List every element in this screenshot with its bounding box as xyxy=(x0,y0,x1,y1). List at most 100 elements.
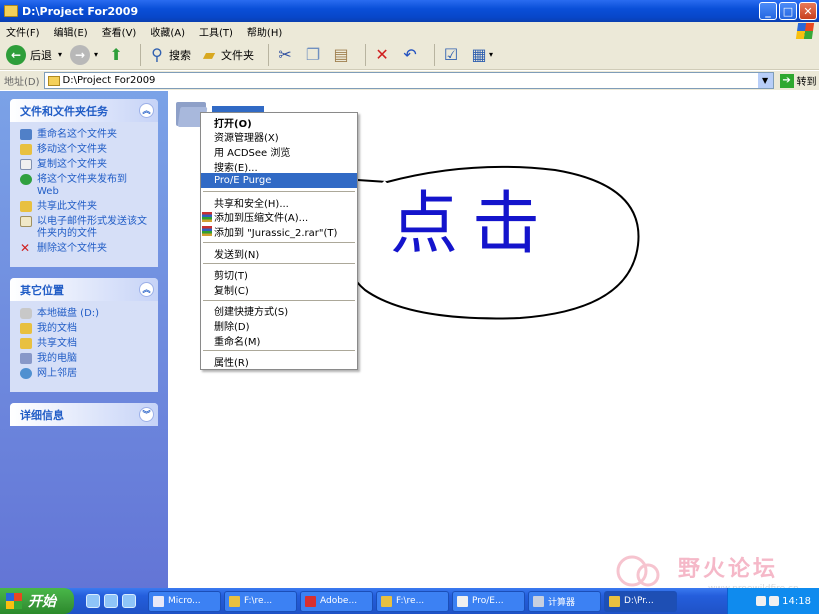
menu-item-add-archive[interactable]: 添加到压缩文件(A)... xyxy=(201,210,357,224)
task-move[interactable]: 移动这个文件夹 xyxy=(20,144,150,156)
menu-item-create-shortcut[interactable]: 创建快捷方式(S) xyxy=(201,304,357,318)
search-button[interactable]: ⚲ 搜索 xyxy=(147,45,191,65)
menu-item-cut[interactable]: 剪切(T) xyxy=(201,267,357,282)
rename-icon xyxy=(20,129,32,140)
menu-item-copy[interactable]: 复制(C) xyxy=(201,282,357,297)
task-publish-web[interactable]: 将这个文件夹发布到 Web xyxy=(20,174,150,198)
place-my-documents[interactable]: 我的文档 xyxy=(20,323,150,335)
menu-file[interactable]: 文件(F) xyxy=(6,24,40,39)
taskbar-button[interactable]: Adobe... xyxy=(300,590,373,612)
place-my-computer[interactable]: 我的电脑 xyxy=(20,353,150,365)
copy-icon xyxy=(20,159,32,170)
back-arrow-icon: ← xyxy=(6,44,26,65)
computer-icon xyxy=(20,353,32,364)
winrar-icon xyxy=(202,211,212,222)
delete-button[interactable]: ✕ xyxy=(372,45,392,65)
panel-title: 详细信息 xyxy=(20,408,64,422)
show-desktop-icon[interactable] xyxy=(86,594,100,608)
views-button[interactable]: ▦ ▾ xyxy=(469,45,493,65)
place-network[interactable]: 网上邻居 xyxy=(20,368,150,380)
media-player-icon[interactable] xyxy=(104,594,118,608)
start-button[interactable]: 开始 xyxy=(0,588,74,614)
menu-item-proe-purge[interactable]: Pro/E Purge xyxy=(201,173,357,188)
task-label: Pro/E... xyxy=(472,596,504,606)
menu-tools[interactable]: 工具(T) xyxy=(199,24,233,39)
menu-item-add-to-rar[interactable]: 添加到 "Jurassic_2.rar"(T) xyxy=(201,224,357,239)
task-share[interactable]: 共享此文件夹 xyxy=(20,201,150,213)
taskbar-button[interactable]: Pro/E... xyxy=(452,590,525,612)
close-button[interactable]: ✕ xyxy=(799,2,817,20)
copy-icon: ❐ xyxy=(305,45,321,64)
globe-icon xyxy=(20,174,32,185)
task-rename[interactable]: 重命名这个文件夹 xyxy=(20,129,150,141)
callout-text: 点击 xyxy=(390,185,555,264)
taskbar-button[interactable]: F:\re... xyxy=(224,590,297,612)
menu-bar: 文件(F) 编辑(E) 查看(V) 收藏(A) 工具(T) 帮助(H) xyxy=(0,22,819,40)
chevron-down-icon[interactable]: ▾ xyxy=(58,50,62,59)
menu-item-explorer[interactable]: 资源管理器(X) xyxy=(201,130,357,144)
menu-item-send-to[interactable]: 发送到(N) xyxy=(201,246,357,261)
paste-button[interactable]: ▤ xyxy=(331,45,351,65)
file-tasks-header[interactable]: 文件和文件夹任务 ︽ xyxy=(10,99,158,122)
place-label: 我的文档 xyxy=(37,323,77,334)
properties-button[interactable]: ☑ xyxy=(441,45,461,65)
clock[interactable]: 14:18 xyxy=(782,596,811,607)
other-places-panel: 其它位置 ︽ 本地磁盘 (D:) 我的文档 共享文档 我的电脑 网上邻居 xyxy=(10,278,158,392)
place-local-disk[interactable]: 本地磁盘 (D:) xyxy=(20,308,150,320)
menu-favorites[interactable]: 收藏(A) xyxy=(150,24,185,39)
folder-icon xyxy=(47,75,60,86)
menu-item-sharing[interactable]: 共享和安全(H)... xyxy=(201,195,357,210)
copy-button[interactable]: ❐ xyxy=(303,45,323,65)
taskbar-button[interactable]: 计算器 xyxy=(528,590,601,612)
minimize-button[interactable]: _ xyxy=(759,2,777,20)
toolbar-divider xyxy=(140,43,142,66)
task-label: F:\re... xyxy=(396,596,425,606)
collapse-chevron-icon[interactable]: ︽ xyxy=(139,103,154,118)
menu-separator xyxy=(203,190,355,192)
menu-item-open[interactable]: 打开(O) xyxy=(201,115,357,130)
watermark-text: 野火论坛 xyxy=(678,557,779,582)
browser-icon[interactable] xyxy=(122,594,136,608)
menu-item-search[interactable]: 搜索(E)... xyxy=(201,159,357,174)
folder-icon xyxy=(381,595,392,607)
folder-icon xyxy=(609,595,620,607)
folders-button[interactable]: ▰ 文件夹 xyxy=(199,45,254,65)
delete-x-icon: ✕ xyxy=(375,45,389,64)
other-places-header[interactable]: 其它位置 ︽ xyxy=(10,278,158,301)
place-shared-documents[interactable]: 共享文档 xyxy=(20,338,150,350)
menu-view[interactable]: 查看(V) xyxy=(102,24,137,39)
checklist-icon: ☑ xyxy=(443,45,459,64)
expand-chevron-icon[interactable]: ︾ xyxy=(139,407,154,422)
undo-button[interactable]: ↶ xyxy=(400,45,420,65)
menu-help[interactable]: 帮助(H) xyxy=(247,24,282,39)
up-folder-button[interactable]: ⬆ xyxy=(106,45,126,65)
volume-tray-icon[interactable] xyxy=(769,596,780,606)
chevron-down-icon[interactable]: ▼ xyxy=(757,73,773,88)
disk-drive-icon xyxy=(20,308,32,319)
maximize-button[interactable]: □ xyxy=(779,2,797,20)
proe-icon xyxy=(457,595,468,607)
title-bar[interactable]: D:\Project For2009 _ □ ✕ xyxy=(0,0,819,22)
go-button[interactable]: ➔ 转到 xyxy=(779,73,817,88)
collapse-chevron-icon[interactable]: ︽ xyxy=(139,282,154,297)
toolbar-divider xyxy=(365,43,367,66)
cut-button[interactable]: ✂ xyxy=(275,45,295,65)
menu-item-delete[interactable]: 删除(D) xyxy=(201,318,357,333)
chevron-down-icon[interactable]: ▾ xyxy=(489,50,493,59)
back-button[interactable]: ← 后退 ▾ xyxy=(6,44,62,65)
forward-button[interactable]: → ▾ xyxy=(70,44,98,65)
chevron-down-icon[interactable]: ▾ xyxy=(94,50,98,59)
menu-item-properties[interactable]: 属性(R) xyxy=(201,354,357,369)
menu-item-acdsee[interactable]: 用 ACDSee 浏览 xyxy=(201,144,357,159)
network-tray-icon[interactable] xyxy=(756,596,767,606)
taskbar-button[interactable]: F:\re... xyxy=(376,590,449,612)
details-header[interactable]: 详细信息 ︾ xyxy=(10,403,158,426)
address-input[interactable]: D:\Project For2009 ▼ xyxy=(43,72,774,89)
menu-item-rename[interactable]: 重命名(M) xyxy=(201,333,357,348)
taskbar-button[interactable]: Micro... xyxy=(148,590,221,612)
menu-edit[interactable]: 编辑(E) xyxy=(54,24,88,39)
task-email[interactable]: 以电子邮件形式发送该文件夹内的文件 xyxy=(20,216,150,240)
task-delete[interactable]: ✕ 删除这个文件夹 xyxy=(20,242,150,255)
taskbar-button-active[interactable]: D:\Pr... xyxy=(604,590,677,612)
task-copy[interactable]: 复制这个文件夹 xyxy=(20,159,150,171)
